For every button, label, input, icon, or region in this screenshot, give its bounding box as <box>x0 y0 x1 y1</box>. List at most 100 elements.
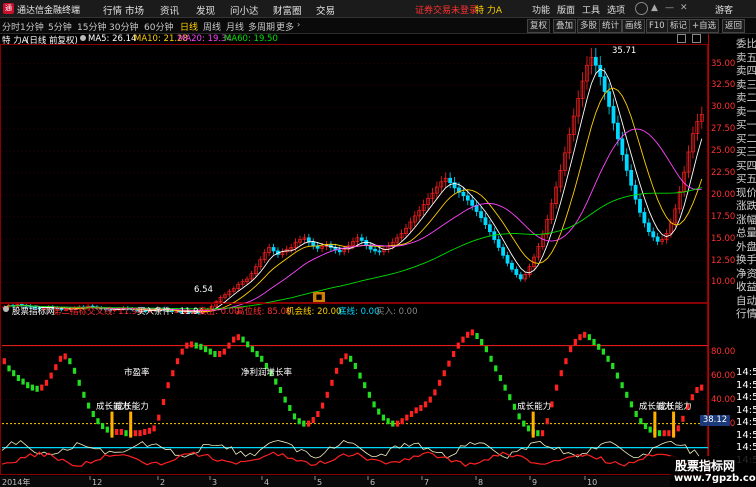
indicator-bar <box>405 414 409 421</box>
indicator-bar <box>466 331 470 338</box>
indicator-bar <box>297 418 301 425</box>
indicator-bar <box>96 418 100 425</box>
candle <box>461 191 466 197</box>
indicator-bar <box>447 360 451 367</box>
candle <box>377 250 382 253</box>
indicator-bar <box>700 384 704 391</box>
indicator-bar <box>82 391 86 398</box>
watermark-url: www.7gpzb.com <box>674 473 756 484</box>
x-axis-label: 5 <box>317 478 322 487</box>
low-label: 6.54 <box>194 285 213 295</box>
indicator-bar <box>246 341 250 348</box>
indicator-name: 股票指标网 <box>12 307 55 317</box>
indicator-bar <box>433 389 437 396</box>
indicator-bar <box>554 384 559 391</box>
event-marker-icon[interactable]: ■ <box>313 292 325 302</box>
indicator-bar <box>414 407 418 414</box>
x-axis-label: 6 <box>370 478 375 487</box>
indicator-bar <box>503 384 507 391</box>
indicator-settings-icon[interactable] <box>3 306 9 312</box>
indicator-bar <box>419 405 423 411</box>
indicator-bar <box>545 418 549 425</box>
indicator-bar <box>461 336 465 343</box>
candle <box>624 154 629 171</box>
indicator-bar <box>344 353 348 360</box>
candle <box>607 91 611 107</box>
indicator-bar <box>587 334 591 341</box>
indicator-bar <box>54 364 58 371</box>
indicator-bar <box>161 399 166 405</box>
candle <box>602 76 607 92</box>
indicator-bar <box>611 363 615 369</box>
indicator-bar <box>227 342 231 349</box>
indicator-bar <box>30 384 35 391</box>
indicator-bar <box>306 420 311 427</box>
indicator-bar <box>217 351 222 357</box>
indicator-bar <box>68 358 72 365</box>
indicator-bar <box>138 430 142 437</box>
x-axis-label: 9 <box>532 478 537 487</box>
indicator-bar <box>283 396 287 403</box>
quote-field-label: 行情 <box>736 306 756 321</box>
indicator-bar <box>451 351 456 357</box>
indicator-bar <box>512 403 517 410</box>
price-axis-label: 27.50 <box>711 124 736 135</box>
indicator-bar <box>320 402 325 409</box>
ma5-line <box>4 68 703 313</box>
x-axis-bg <box>0 476 708 487</box>
indicator-bar <box>91 411 95 417</box>
indicator-bar <box>199 343 203 350</box>
indicator-bar <box>278 387 283 393</box>
price-axis-label: 12.50 <box>711 255 736 266</box>
back-button[interactable]: 返回 <box>722 19 746 33</box>
indicator-bar <box>363 382 367 389</box>
indicator-bar <box>143 429 147 435</box>
indicator-bar <box>105 426 109 433</box>
indicator-bar <box>311 417 315 423</box>
indicator-bar <box>302 420 306 427</box>
indicator-bar <box>115 429 119 435</box>
indicator-bar <box>428 396 432 403</box>
candle <box>337 249 342 253</box>
indicator-bar <box>559 370 563 377</box>
price-grid <box>2 63 708 283</box>
indicator-bar <box>203 346 208 353</box>
sell-label: 卖出: 0.00 <box>198 307 240 317</box>
time-entry: 14:5 <box>736 442 756 453</box>
price-axis-label: 20.00 <box>711 189 736 200</box>
candle <box>651 231 656 238</box>
candle <box>593 56 598 66</box>
indicator-bar <box>152 425 156 432</box>
x-axis-label: 4 <box>264 478 269 487</box>
indicator-bar <box>583 331 587 338</box>
guest-label[interactable]: 游客 <box>715 3 733 16</box>
indicator-bar <box>330 379 334 386</box>
x-axis-label: 12 <box>92 478 102 487</box>
candle <box>655 236 660 242</box>
chart-canvas[interactable]: 2014年 12 2 3 4 5 6 7 8 9 10 <box>0 0 708 487</box>
indicator-bar <box>625 391 629 398</box>
indicator-bar <box>508 394 512 401</box>
indicator-bar <box>489 355 493 362</box>
time-entry: 14:5 <box>736 404 756 416</box>
buy-condition-label: 买入条件: -11.94 <box>137 307 204 317</box>
indicator-bar <box>63 353 67 360</box>
indicator-bar <box>260 355 264 362</box>
indicator-bar <box>49 372 53 379</box>
indicator-bar <box>72 367 77 374</box>
time-entry: 14:5 <box>736 367 756 378</box>
indicator-bar <box>124 430 128 437</box>
indicator-bar <box>667 430 671 437</box>
candle <box>616 122 620 140</box>
indicator-bar <box>592 339 596 345</box>
indicator-bar <box>568 346 573 353</box>
indicator-bar <box>241 336 245 343</box>
ma-lines <box>4 68 703 313</box>
indicator-bar <box>540 430 545 437</box>
high-line-label: 高位线: 85.00 <box>236 307 292 317</box>
candle <box>496 239 501 248</box>
x-axis-label: 3 <box>212 478 217 487</box>
indicator-bar <box>536 430 540 437</box>
indicator-bar <box>498 375 503 381</box>
candle <box>642 212 647 224</box>
